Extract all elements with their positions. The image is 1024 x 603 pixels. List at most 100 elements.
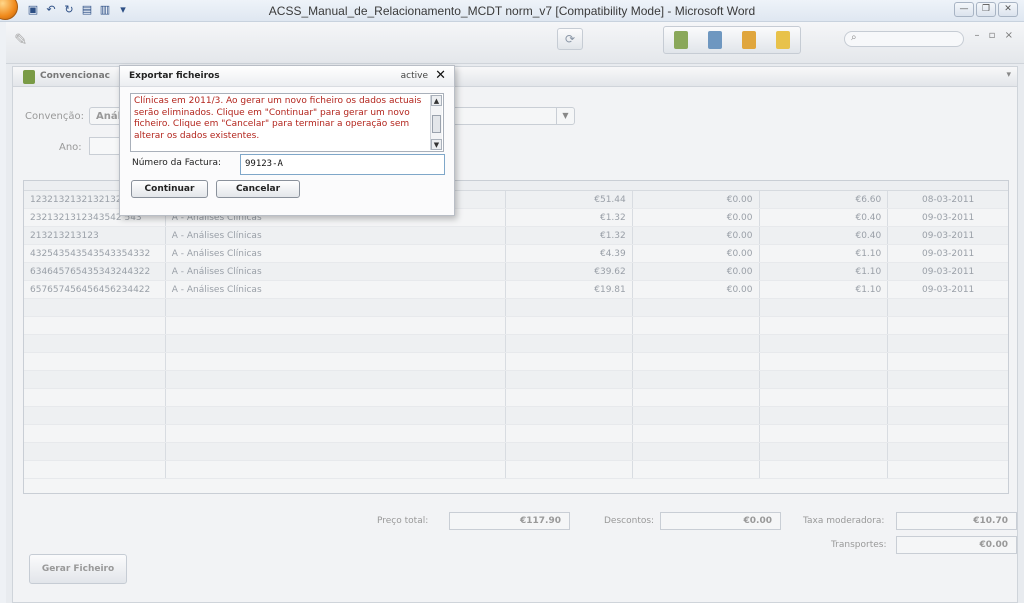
table-cell	[633, 335, 760, 352]
table-cell	[888, 371, 1008, 388]
window-controls: — ❐ ✕	[954, 2, 1018, 17]
table-cell	[166, 299, 506, 316]
table-body: 1232132132132132 €51.44 €0.00 €6.60 08-03-20…	[24, 191, 1008, 479]
app-toolbar: ✎ ⟳ ⌕ – ▫ ×	[6, 22, 1024, 64]
transportes-field: €0.00	[896, 536, 1017, 554]
table-cell: 09-03-2011	[921, 267, 975, 277]
table-cell	[24, 299, 166, 316]
table-cell	[166, 461, 506, 478]
table-cell	[760, 371, 889, 388]
folder-icon[interactable]	[708, 31, 722, 49]
table-cell: 634645765435343244322	[24, 263, 166, 280]
table-cell	[166, 443, 506, 460]
convencao-label: Convenção:	[25, 111, 84, 122]
minimize-icon[interactable]: —	[954, 2, 974, 17]
empty-table-row	[24, 407, 1008, 425]
table-cell: 09-03-2011	[921, 285, 975, 295]
table-cell	[24, 425, 166, 442]
table-cell	[888, 389, 1008, 406]
table-cell	[633, 425, 760, 442]
continuar-button[interactable]: Continuar	[131, 180, 208, 198]
numero-factura-input[interactable]: 99123-A	[240, 154, 445, 175]
preco-total-label: Preço total:	[377, 516, 429, 526]
table-cell	[506, 389, 633, 406]
refresh-button[interactable]: ⟳	[557, 28, 583, 50]
table-cell: €51.44	[506, 191, 633, 208]
table-cell	[633, 407, 760, 424]
close-icon[interactable]: ✕	[998, 2, 1018, 17]
table-cell: €0.40	[760, 209, 889, 226]
table-cell	[166, 335, 506, 352]
table-cell	[24, 371, 166, 388]
table-row[interactable]: 634645765435343244322 A - Análises Clínic…	[24, 263, 1008, 281]
word-title-bar: ▣ ↶ ↻ ▤ ▥ ▾ ACSS_Manual_de_Relacionament…	[0, 0, 1024, 22]
message-scrollbar[interactable]: ▲ ▼	[430, 95, 442, 150]
table-cell: €1.10	[760, 281, 889, 298]
table-cell	[166, 425, 506, 442]
table-cell	[760, 335, 889, 352]
table-cell	[633, 353, 760, 370]
scroll-down-icon[interactable]: ▼	[431, 139, 442, 150]
table-cell	[166, 389, 506, 406]
table-cell: €1.32	[506, 209, 633, 226]
table-row[interactable]: 657657456456456234422 A - Análises Clínic…	[24, 281, 1008, 299]
ano-label: Ano:	[59, 142, 82, 153]
table-cell	[888, 461, 1008, 478]
table-cell	[24, 335, 166, 352]
table-row[interactable]: 213213213123 A - Análises Clínicas €1.32 €0…	[24, 227, 1008, 245]
table-cell: 08-03-2011	[921, 195, 975, 205]
taxa-moderadora-label: Taxa moderadora:	[803, 516, 885, 526]
notes-icon[interactable]	[776, 31, 790, 49]
table-cell	[888, 299, 1008, 316]
table-cell	[633, 461, 760, 478]
collapse-icon[interactable]: ▾	[1006, 70, 1011, 80]
table-row[interactable]: 432543543543543354332 A - Análises Clínic…	[24, 245, 1008, 263]
module-toolbar	[663, 26, 801, 54]
table-cell	[166, 371, 506, 388]
chevron-down-icon[interactable]: ▼	[556, 108, 574, 124]
table-cell: 09-03-2011	[921, 213, 975, 223]
table-cell: 09-03-2011	[921, 249, 975, 259]
table-cell	[506, 425, 633, 442]
table-cell	[24, 353, 166, 370]
table-cell	[506, 353, 633, 370]
search-icon: ⌕	[851, 32, 857, 43]
scroll-thumb[interactable]	[432, 115, 441, 133]
scroll-up-icon[interactable]: ▲	[431, 95, 442, 106]
table-cell: €0.00	[633, 245, 760, 262]
table-cell	[166, 353, 506, 370]
book-icon[interactable]	[674, 31, 688, 49]
table-cell: €4.39	[506, 245, 633, 262]
table-cell: €39.62	[506, 263, 633, 280]
restore-icon[interactable]: ❐	[976, 2, 996, 17]
table-cell: €1.10	[760, 245, 889, 262]
table-cell	[888, 425, 1008, 442]
empty-table-row	[24, 317, 1008, 335]
table-cell: €1.10	[760, 263, 889, 280]
table-cell	[760, 299, 889, 316]
document-icon[interactable]	[742, 31, 756, 49]
table-cell	[760, 407, 889, 424]
empty-table-row	[24, 389, 1008, 407]
table-cell: A - Análises Clínicas	[166, 263, 506, 280]
table-cell: €6.60	[760, 191, 889, 208]
table-cell	[760, 353, 889, 370]
app-window-controls[interactable]: – ▫ ×	[974, 30, 1016, 41]
gerar-ficheiro-button[interactable]: Gerar Ficheiro	[29, 554, 127, 584]
cancelar-button[interactable]: Cancelar	[216, 180, 300, 198]
table-cell	[633, 443, 760, 460]
panel-title: Convencionac	[40, 71, 110, 81]
table-cell: 432543543543543354332	[24, 245, 166, 262]
table-cell: €0.40	[760, 227, 889, 244]
dialog-status: active	[400, 71, 428, 81]
descontos-label: Descontos:	[604, 516, 655, 526]
descontos-field: €0.00	[660, 512, 781, 530]
table-cell: €0.00	[633, 263, 760, 280]
search-input[interactable]: ⌕	[844, 31, 964, 47]
table-cell	[24, 407, 166, 424]
table-cell	[760, 461, 889, 478]
close-icon[interactable]: ✕	[435, 68, 446, 83]
preco-total-field: €117.90	[449, 512, 570, 530]
table-cell	[24, 317, 166, 334]
dialog-header: Exportar ficheiros active ✕	[120, 66, 454, 87]
